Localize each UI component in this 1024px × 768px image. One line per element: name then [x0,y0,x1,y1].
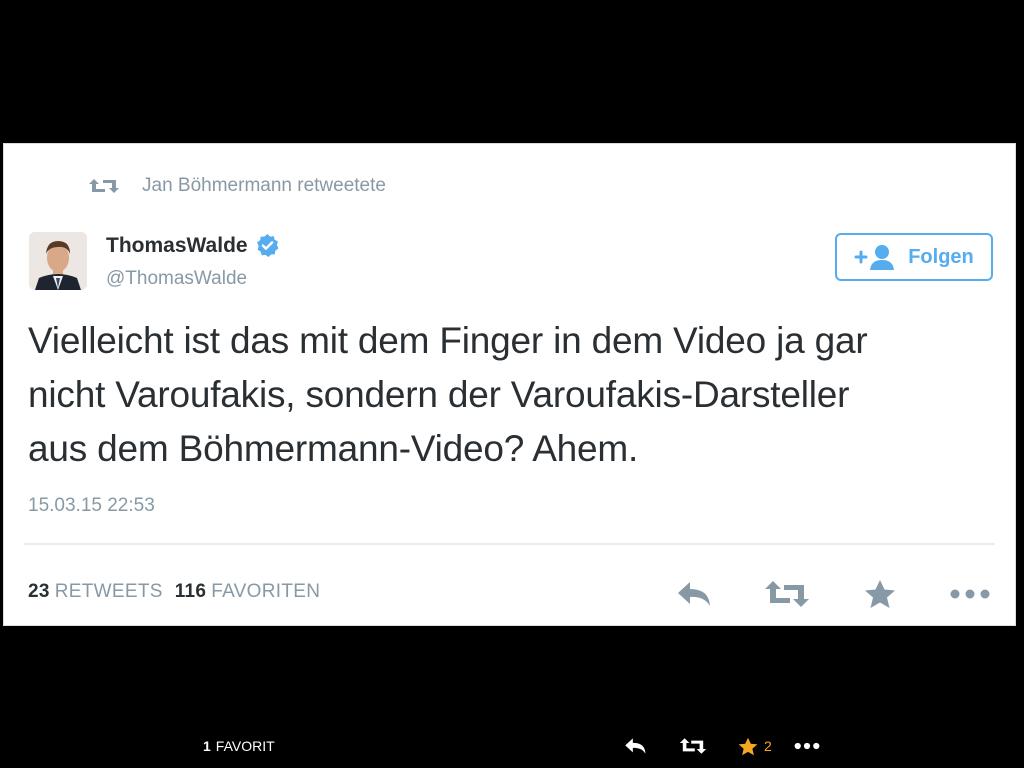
favorites-count: 116 [174,581,207,602]
avatar[interactable] [29,232,87,290]
tweet-timestamp[interactable]: 15.03.15 22:53 [28,495,155,517]
reply-icon [678,582,710,606]
author-name[interactable]: ThomasWalde [106,234,248,258]
bottom-favorite-count: 2 [764,738,772,754]
retweets-stat[interactable]: 23 RETWEETS [28,581,163,603]
retweet-context-text: Jan Böhmermann retweetete [142,175,386,196]
more-dots-icon [794,742,820,750]
avatar-image [29,232,87,290]
more-button[interactable] [948,574,992,614]
divider [24,543,995,545]
tweet-actions [672,574,992,614]
bottom-more-button[interactable] [794,735,820,757]
retweet-icon [89,179,119,193]
retweets-count: 23 [28,581,50,602]
author-handle[interactable]: @ThomasWalde [106,268,247,290]
tweet-text-line: aus dem Böhmermann-Video? Ahem. [28,428,639,469]
favorites-label: FAVORITEN [211,581,321,602]
more-dots-icon [950,589,990,599]
favorite-star-icon [738,737,758,755]
bottom-retweet-button[interactable] [679,735,707,757]
reply-button[interactable] [672,574,718,614]
retweet-context: Jan Böhmermann retweetete [88,172,386,200]
tweet-text-line: nicht Varoufakis, sondern der Varoufakis… [28,374,850,415]
follow-button-label: Folgen [908,245,974,268]
screenshot-frame: Jan Böhmermann retweetete ThomasWalde @T… [0,0,1024,768]
verified-badge-icon [256,234,279,257]
bottom-toolbar: 1 FAVORIT 2 [0,726,1024,766]
retweet-icon [765,581,809,607]
favorit-count-label: FAVORIT [215,738,275,754]
tweet-card: Jan Böhmermann retweetete ThomasWalde @T… [3,143,1016,626]
favorites-stat[interactable]: 116 FAVORITEN [175,581,321,603]
reply-icon [625,738,646,754]
favorite-button[interactable] [860,574,900,614]
add-user-icon [854,245,895,270]
bottom-reply-button[interactable] [624,735,648,757]
retweet-icon [679,738,707,754]
favorite-star-icon [865,580,895,608]
retweets-label: RETWEETS [54,581,163,602]
favorit-count-number: 1 [203,738,211,754]
retweet-button[interactable] [762,574,812,614]
tweet-stats: 23 RETWEETS 116 FAVORITEN [28,581,326,603]
bottom-favorite-button[interactable]: 2 [738,735,772,757]
favorit-count[interactable]: 1 FAVORIT [203,738,275,754]
follow-button[interactable]: Folgen [835,233,993,281]
tweet-text-line: Vielleicht ist das mit dem Finger in dem… [28,320,868,361]
tweet-text: Vielleicht ist das mit dem Finger in dem… [28,314,988,476]
author-name-row[interactable]: ThomasWalde [106,233,280,258]
